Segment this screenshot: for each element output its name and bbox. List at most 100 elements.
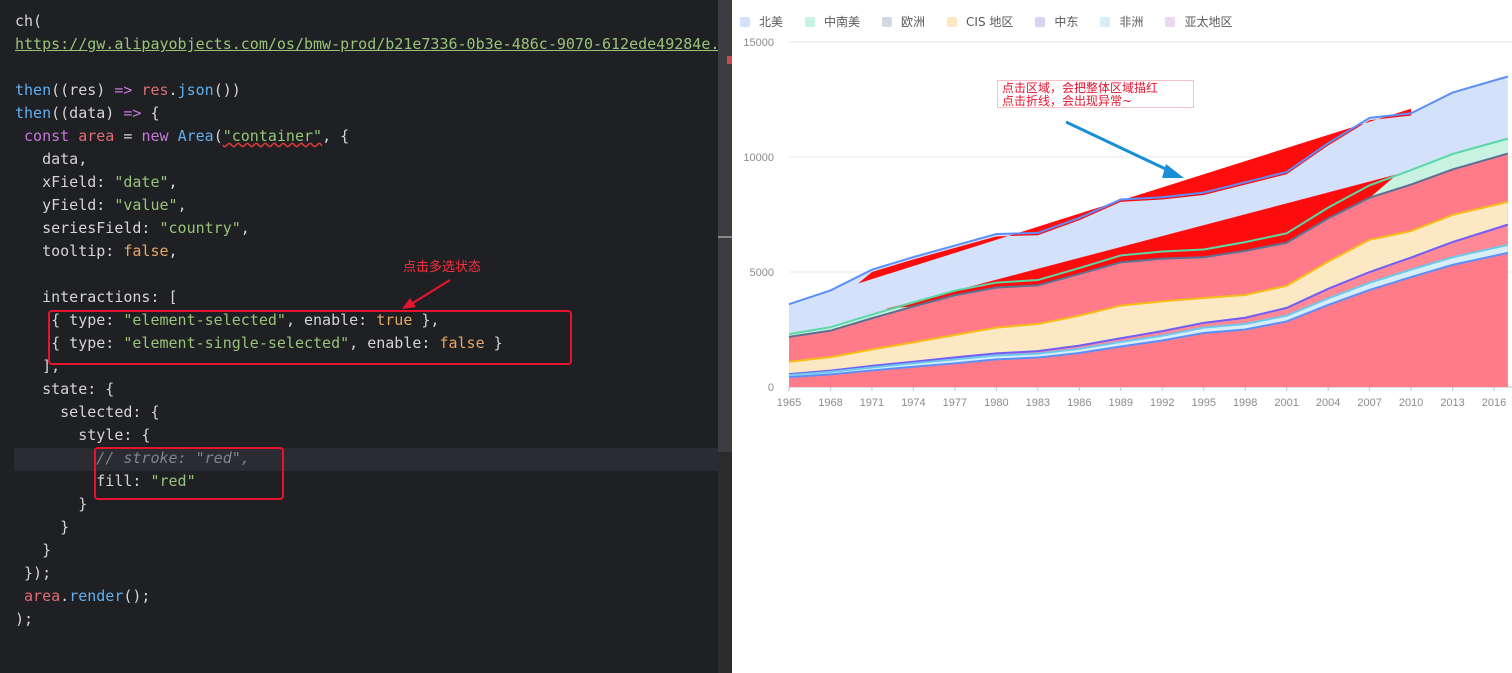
code-token: . (60, 587, 70, 605)
x-tick-label: 1992 (1150, 397, 1174, 409)
y-tick-label: 15000 (743, 37, 774, 49)
x-tick-label: 2010 (1399, 397, 1423, 409)
x-tick-label: 2004 (1316, 397, 1340, 409)
code-line[interactable]: ch( (15, 10, 732, 33)
code-token: } (15, 495, 88, 513)
code-line[interactable] (15, 263, 732, 286)
style-highlight-box (94, 447, 284, 500)
code-line[interactable]: ); (15, 608, 732, 631)
code-token: { (141, 104, 160, 122)
code-line[interactable]: const area = new Area("container", { (15, 125, 732, 148)
x-tick-label: 1983 (1026, 397, 1050, 409)
code-token: state: { (15, 380, 115, 398)
editor-scrollbar-thumb[interactable] (718, 0, 732, 452)
code-line[interactable]: https://gw.alipayobjects.com/os/bmw-prod… (15, 33, 732, 56)
x-tick-label: 1995 (1191, 397, 1215, 409)
code-line[interactable]: }); (15, 562, 732, 585)
code-line[interactable]: yField: "value", (15, 194, 732, 217)
code-token: ()) (213, 81, 241, 99)
code-token: "date" (114, 173, 169, 191)
chart-annotation-line2: 点击折线，会出现异常~ (1002, 94, 1133, 108)
code-token: (); (123, 587, 151, 605)
code-line[interactable]: } (15, 516, 732, 539)
code-line[interactable]: then((res) => res.json()) (15, 79, 732, 102)
chart-panel: 北美 中南美 欧洲 CIS 地区 中东 非洲 亚太地区 0 5000 10000 15000 196… (732, 0, 1512, 673)
x-tick-label: 2016 (1482, 397, 1506, 409)
x-tick-label: 2013 (1440, 397, 1464, 409)
code-line[interactable]: interactions: [ (15, 286, 732, 309)
code-token: => (114, 81, 133, 99)
code-token: area (78, 127, 115, 145)
code-token: area (24, 587, 61, 605)
code-token: res (141, 81, 169, 99)
code-line[interactable]: tooltip: false, (15, 240, 732, 263)
code-line[interactable]: state: { (15, 378, 732, 401)
code-token: "container" (222, 127, 323, 145)
code-token: json (177, 81, 214, 99)
code-token: false (123, 242, 169, 260)
code-token: interactions: [ (15, 288, 178, 306)
y-tick-label: 10000 (743, 152, 774, 164)
code-token: xField: (15, 173, 115, 191)
code-token: https://gw.alipayobjects.com/os/bmw-prod… (15, 35, 732, 53)
annotation-arrow-icon (402, 279, 451, 309)
code-token: new (141, 127, 178, 145)
code-token: ( (213, 127, 223, 145)
code-line[interactable]: } (15, 539, 732, 562)
code-token: ((data) (51, 104, 124, 122)
code-editor[interactable]: ch( https://gw.alipayobjects.com/os/bmw-p… (0, 0, 732, 673)
code-line[interactable]: style: { (15, 424, 732, 447)
chart-annotation-arrow-icon (1065, 120, 1184, 178)
code-token: "country" (159, 219, 241, 237)
code-token: } (15, 518, 70, 536)
code-token: tooltip: (15, 242, 124, 260)
code-token: selected: { (15, 403, 160, 421)
code-token: const (15, 127, 79, 145)
code-token: , { (322, 127, 350, 145)
x-tick-label: 1980 (984, 397, 1008, 409)
x-tick-label: 2001 (1274, 397, 1298, 409)
code-token: ); (15, 610, 34, 628)
x-tick-label: 1986 (1067, 397, 1091, 409)
code-line[interactable]: seriesField: "country", (15, 217, 732, 240)
code-token: . (168, 81, 178, 99)
code-token: data, (15, 150, 88, 168)
x-tick-label: 1977 (943, 397, 967, 409)
multiselect-annotation: 点击多选状态 (403, 260, 482, 275)
x-tick-label: 1989 (1109, 397, 1133, 409)
code-token: render (69, 587, 124, 605)
code-line[interactable]: data, (15, 148, 732, 171)
code-token: = (114, 127, 142, 145)
scrollbar-position-marker (718, 236, 732, 238)
code-token: , (177, 196, 187, 214)
x-tick-label: 1974 (901, 397, 925, 409)
code-line[interactable]: then((data) => { (15, 102, 732, 125)
area-chart[interactable]: 0 5000 10000 15000 1965 1968 1971 1974 1977 1980 1… (732, 0, 1512, 430)
y-tick-label: 0 (768, 382, 774, 394)
code-token: , (168, 173, 178, 191)
code-token: ch( (15, 12, 43, 30)
code-token: then (15, 81, 52, 99)
code-token: style: { (15, 426, 151, 444)
interactions-highlight-box (48, 310, 572, 365)
code-token: => (123, 104, 142, 122)
code-token: , (168, 242, 178, 260)
x-tick-label: 1998 (1233, 397, 1257, 409)
code-token: "value" (114, 196, 178, 214)
code-token: yField: (15, 196, 115, 214)
code-line[interactable]: selected: { (15, 401, 732, 424)
code-token: seriesField: (15, 219, 160, 237)
chart-annotation-box: 点击区域，会把整体区域描红 点击折线，会出现异常~ (997, 80, 1194, 108)
x-tick-label: 1968 (818, 397, 842, 409)
code-line[interactable]: area.render(); (15, 585, 732, 608)
code-token: Area (177, 127, 214, 145)
code-token: then (15, 104, 52, 122)
code-line[interactable]: xField: "date", (15, 171, 732, 194)
code-token: , (240, 219, 250, 237)
y-tick-label: 5000 (750, 267, 774, 279)
code-token: }); (15, 564, 52, 582)
code-token: } (15, 541, 52, 559)
code-line[interactable] (15, 56, 732, 79)
